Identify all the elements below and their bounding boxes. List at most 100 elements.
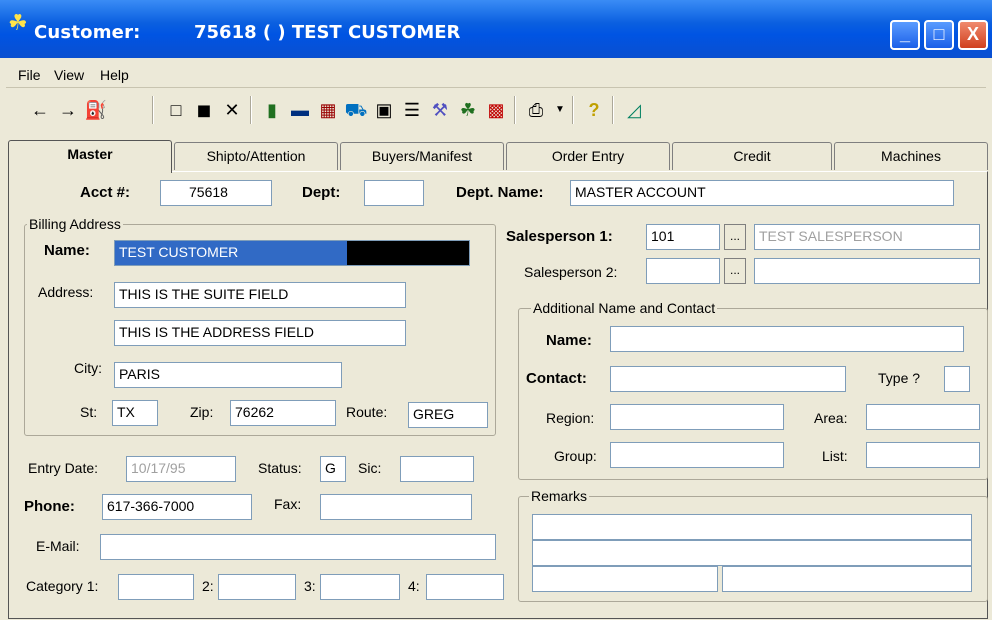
additional-contact-legend: Additional Name and Contact — [531, 300, 718, 316]
dropdown-arrow-icon[interactable]: ▼ — [548, 98, 572, 122]
dept-field[interactable] — [364, 180, 424, 206]
billing-address-legend: Billing Address — [27, 216, 123, 232]
salesperson1-label: Salesperson 1: — [506, 228, 613, 245]
category4-label: 4: — [408, 578, 420, 594]
area-field[interactable] — [866, 404, 980, 430]
billing-address1-field[interactable]: THIS IS THE SUITE FIELD — [114, 282, 406, 308]
list-field[interactable] — [866, 442, 980, 468]
tab-buyers-manifest[interactable]: Buyers/Manifest — [340, 142, 504, 170]
menu-help[interactable]: Help — [100, 67, 129, 83]
sic-field[interactable] — [400, 456, 474, 482]
tab-machines[interactable]: Machines — [834, 142, 988, 170]
menu-view[interactable]: View — [54, 67, 84, 83]
title-bar[interactable]: ☘ Customer: 75618 ( ) TEST CUSTOMER _ □ … — [0, 0, 992, 58]
billing-name-selected-text: TEST CUSTOMER — [115, 241, 347, 265]
contact-field[interactable] — [610, 366, 846, 392]
category1-label: Category 1: — [26, 578, 99, 594]
fax-label: Fax: — [274, 496, 302, 512]
window-title: Customer: — [34, 22, 141, 43]
back-arrow-icon[interactable]: ← — [28, 98, 52, 122]
region-field[interactable] — [610, 404, 784, 430]
remarks-line-3b[interactable] — [722, 566, 972, 592]
open-book-icon[interactable]: ▣ — [372, 98, 396, 122]
region-label: Region: — [546, 410, 595, 426]
billing-city-label: City: — [74, 360, 102, 376]
billing-route-label: Route: — [346, 404, 388, 420]
help-question-icon[interactable]: ? — [582, 98, 606, 122]
billing-address2-field[interactable]: THIS IS THE ADDRESS FIELD — [114, 320, 406, 346]
tab-order-entry[interactable]: Order Entry — [506, 142, 670, 170]
tab-credit[interactable]: Credit — [672, 142, 832, 170]
fax-field[interactable] — [320, 494, 472, 520]
category1-field[interactable] — [118, 574, 194, 600]
area-label: Area: — [814, 410, 848, 426]
truck-icon[interactable]: ⛟ — [344, 98, 368, 122]
customer-window: ☘ Customer: 75618 ( ) TEST CUSTOMER _ □ … — [0, 0, 992, 620]
report-icon[interactable]: ▩ — [484, 98, 508, 122]
sic-label: Sic: — [358, 460, 382, 476]
status-field[interactable]: G — [320, 456, 346, 482]
forward-arrow-icon[interactable]: → — [56, 98, 80, 122]
salesperson2-code-field[interactable] — [646, 258, 720, 284]
handshake-icon[interactable]: ☘ — [456, 98, 480, 122]
tools-icon[interactable]: ⚒ — [428, 98, 452, 122]
maximize-button[interactable]: □ — [924, 20, 954, 50]
billing-name-label: Name: — [44, 242, 90, 259]
salesperson1-name-field[interactable]: TEST SALESPERSON — [754, 224, 980, 250]
email-label: E-Mail: — [36, 538, 80, 554]
menu-file[interactable]: File — [18, 67, 41, 83]
category3-field[interactable] — [320, 574, 400, 600]
window-title-account: 75618 ( ) TEST CUSTOMER — [194, 22, 461, 43]
group-field[interactable] — [610, 442, 784, 468]
dept-name-field[interactable]: MASTER ACCOUNT — [570, 180, 954, 206]
status-label: Status: — [258, 460, 302, 476]
tab-master[interactable]: Master — [8, 140, 172, 173]
tab-shipto-attention[interactable]: Shipto/Attention — [174, 142, 338, 170]
email-field[interactable] — [100, 534, 496, 560]
category3-label: 3: — [304, 578, 316, 594]
billing-route-field[interactable]: GREG — [408, 402, 488, 428]
category2-label: 2: — [202, 578, 214, 594]
tab-label: Machines — [881, 148, 941, 164]
ruler-icon[interactable]: ▬ — [288, 98, 312, 122]
additional-name-field[interactable] — [610, 326, 964, 352]
salesperson1-lookup-button[interactable]: ... — [724, 224, 746, 250]
minimize-icon: _ — [899, 24, 910, 44]
close-button[interactable]: X — [958, 20, 988, 50]
remarks-line-1[interactable] — [532, 514, 972, 540]
binoculars-icon[interactable]: ⛽ — [84, 98, 108, 122]
entry-date-label: Entry Date: — [28, 460, 99, 476]
toolbar: ← → ⛽ □ ◼ ✕ ▮ ▬ ▦ ⛟ ▣ ☰ ⚒ ☘ ▩ ⎙ ▼ ? ◿ — [6, 92, 986, 130]
calendar-icon[interactable]: ▦ — [316, 98, 340, 122]
phone-field[interactable]: 617-366-7000 — [102, 494, 252, 520]
category2-field[interactable] — [218, 574, 296, 600]
exit-door-icon[interactable]: ◿ — [622, 98, 646, 122]
acct-field[interactable]: 75618 — [160, 180, 272, 206]
billing-address-label: Address: — [38, 284, 94, 300]
entry-date-field[interactable]: 10/17/95 — [126, 456, 236, 482]
billing-st-field[interactable]: TX — [112, 400, 158, 426]
billing-city-field[interactable]: PARIS — [114, 362, 342, 388]
salesperson2-label: Salesperson 2: — [524, 264, 618, 280]
salesperson2-lookup-button[interactable]: ... — [724, 258, 746, 284]
print-icon[interactable]: ⎙ — [524, 98, 548, 122]
remarks-line-2[interactable] — [532, 540, 972, 566]
billing-name-field[interactable]: TEST CUSTOMER — [114, 240, 470, 266]
tab-label: Buyers/Manifest — [371, 148, 473, 164]
minimize-button[interactable]: _ — [890, 20, 920, 50]
category4-field[interactable] — [426, 574, 504, 600]
tab-strip: Master Shipto/Attention Buyers/Manifest … — [8, 140, 988, 173]
hierarchy-icon[interactable]: ☰ — [400, 98, 424, 122]
book-icon[interactable]: ▮ — [260, 98, 284, 122]
delete-x-icon[interactable]: ✕ — [220, 98, 244, 122]
new-document-icon[interactable]: □ — [164, 98, 188, 122]
tab-label: Order Entry — [551, 148, 625, 164]
salesperson2-name-field[interactable] — [754, 258, 980, 284]
salesperson1-code-field[interactable]: 101 — [646, 224, 720, 250]
toolbar-separator — [152, 96, 154, 124]
remarks-line-3a[interactable] — [532, 566, 718, 592]
type-field[interactable] — [944, 366, 970, 392]
group-label: Group: — [554, 448, 597, 464]
billing-zip-field[interactable]: 76262 — [230, 400, 336, 426]
save-disk-icon[interactable]: ◼ — [192, 98, 216, 122]
